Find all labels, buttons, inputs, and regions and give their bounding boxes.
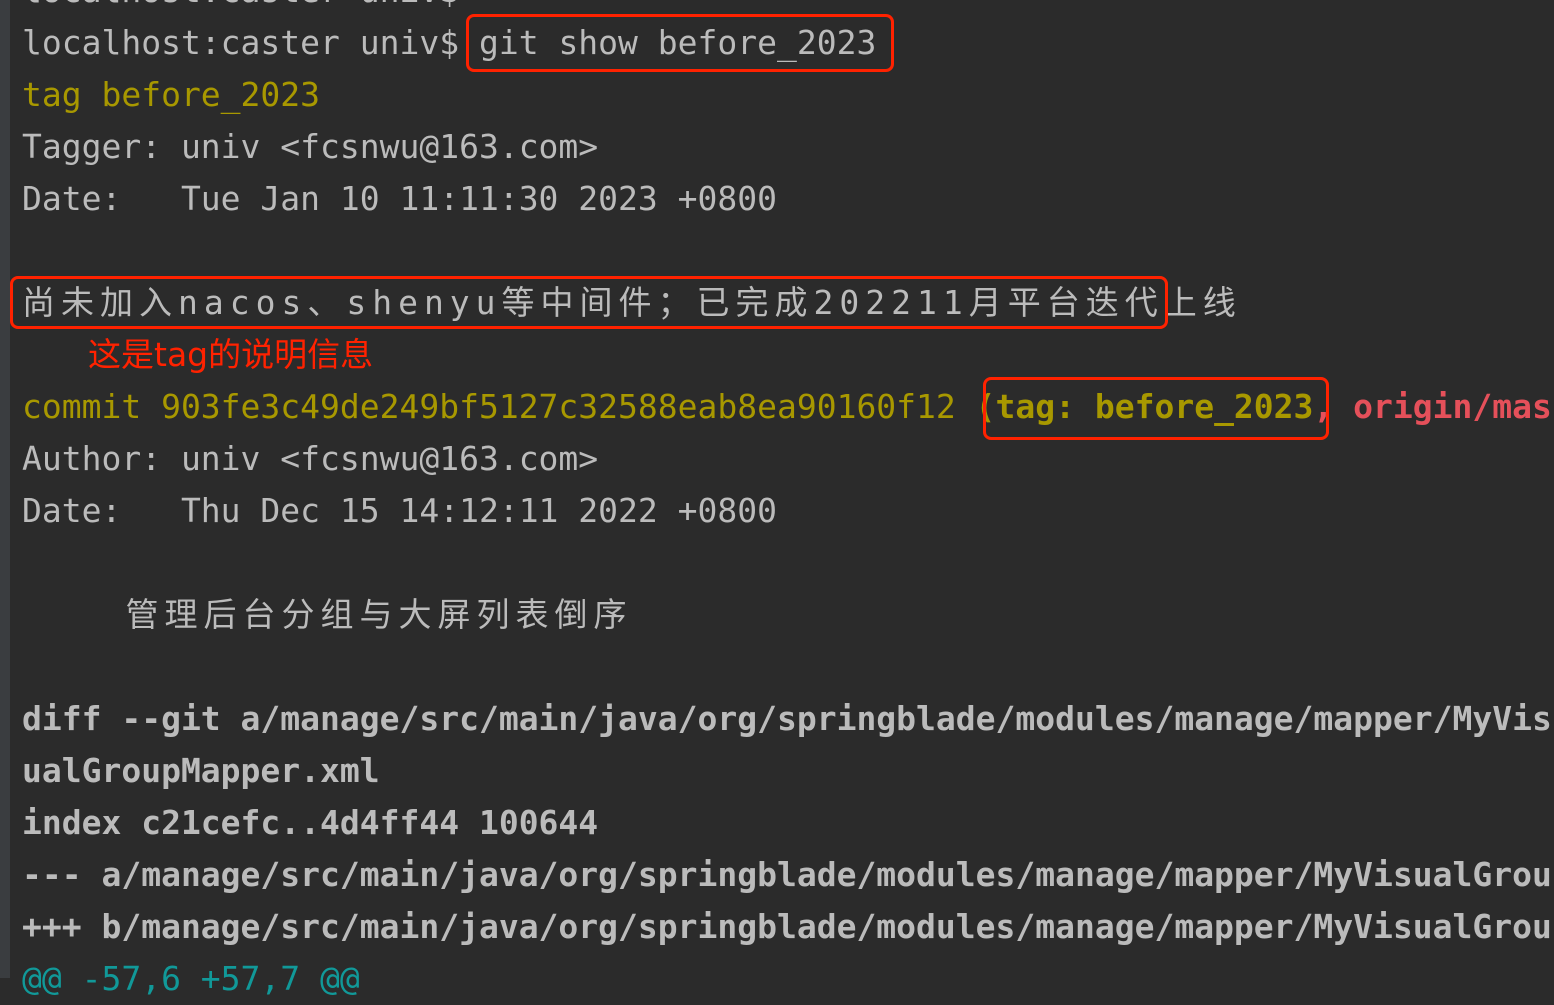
commit-hash: commit 903fe3c49de249bf5127c32588eab8ea9… <box>22 387 976 426</box>
commit-date-line: Date: Thu Dec 15 14:12:11 2022 +0800 <box>22 491 777 530</box>
diff-header: diff --git a/manage/src/main/java/org/sp… <box>22 699 1552 738</box>
highlight-box-command <box>466 14 894 72</box>
tag-date-line: Date: Tue Jan 10 11:11:30 2023 +0800 <box>22 179 777 218</box>
hunk-header: @@ -57,6 +57,7 @@ <box>22 959 360 998</box>
tagger-line: Tagger: univ <fcsnwu@163.com> <box>22 127 599 166</box>
commit-branch-ref: , origin/mas <box>1313 387 1552 426</box>
commit-message: 管理后台分组与大屏列表倒序 <box>22 595 633 634</box>
minus-file-line: --- a/manage/src/main/java/org/springbla… <box>22 855 1552 894</box>
terminal-gutter <box>0 0 10 978</box>
annotation-text: 这是tag的说明信息 <box>88 335 374 374</box>
highlight-box-tag-ref <box>983 377 1329 440</box>
index-line: index c21cefc..4d4ff44 100644 <box>22 803 599 842</box>
previous-prompt: localhost:caster univ$ <box>22 0 459 17</box>
tag-line: tag before_2023 <box>22 75 321 114</box>
highlight-box-tag-message <box>10 276 1168 329</box>
prompt: localhost:caster univ$ <box>22 23 479 62</box>
author-line: Author: univ <fcsnwu@163.com> <box>22 439 599 478</box>
plus-file-line: +++ b/manage/src/main/java/org/springbla… <box>22 907 1552 946</box>
diff-header-cont: ualGroupMapper.xml <box>22 751 380 790</box>
